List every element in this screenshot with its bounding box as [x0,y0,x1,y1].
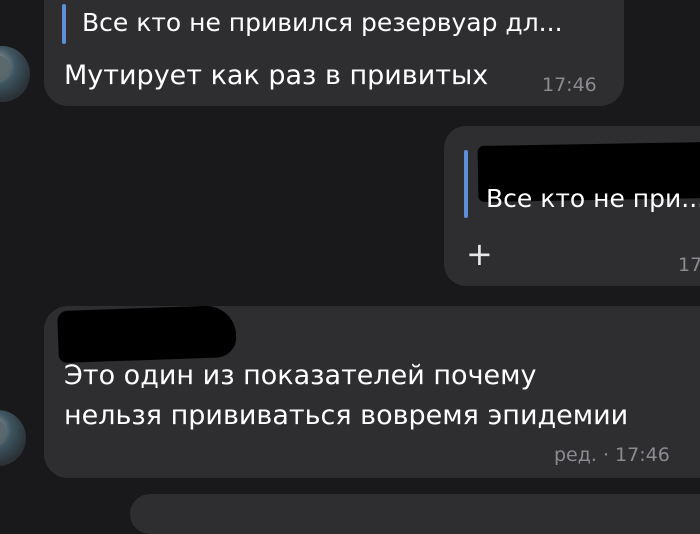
sender-avatar[interactable] [0,410,26,466]
sender-avatar[interactable] [0,46,30,102]
reply-quote-bar [464,150,468,218]
message-text: Мутирует как раз в привитых [64,60,489,91]
message-bubble-3[interactable]: Это один из показателей почему нельзя пр… [44,304,700,478]
reply-quote-bar [62,4,66,44]
reply-quote-text[interactable]: Все кто не привился резервуар дл... [82,8,622,37]
message-bubble-2[interactable]: Все кто не при... + 17 [444,126,700,286]
message-text-line-2: нельзя прививаться вовремя эпидемии [64,400,629,431]
message-bubble-1[interactable]: Все кто не привился резервуар дл... Мути… [44,0,624,106]
message-timestamp: 17 [678,254,700,276]
message-timestamp-edited: ред. · 17:46 [554,444,670,466]
redacted-name [57,304,237,364]
message-bubble-4[interactable] [130,494,700,534]
reply-quote-text[interactable]: Все кто не при... [486,184,700,213]
plus-icon[interactable]: + [466,238,493,270]
message-timestamp: 17:46 [542,74,597,96]
message-text-line-1: Это один из показателей почему [64,360,537,391]
